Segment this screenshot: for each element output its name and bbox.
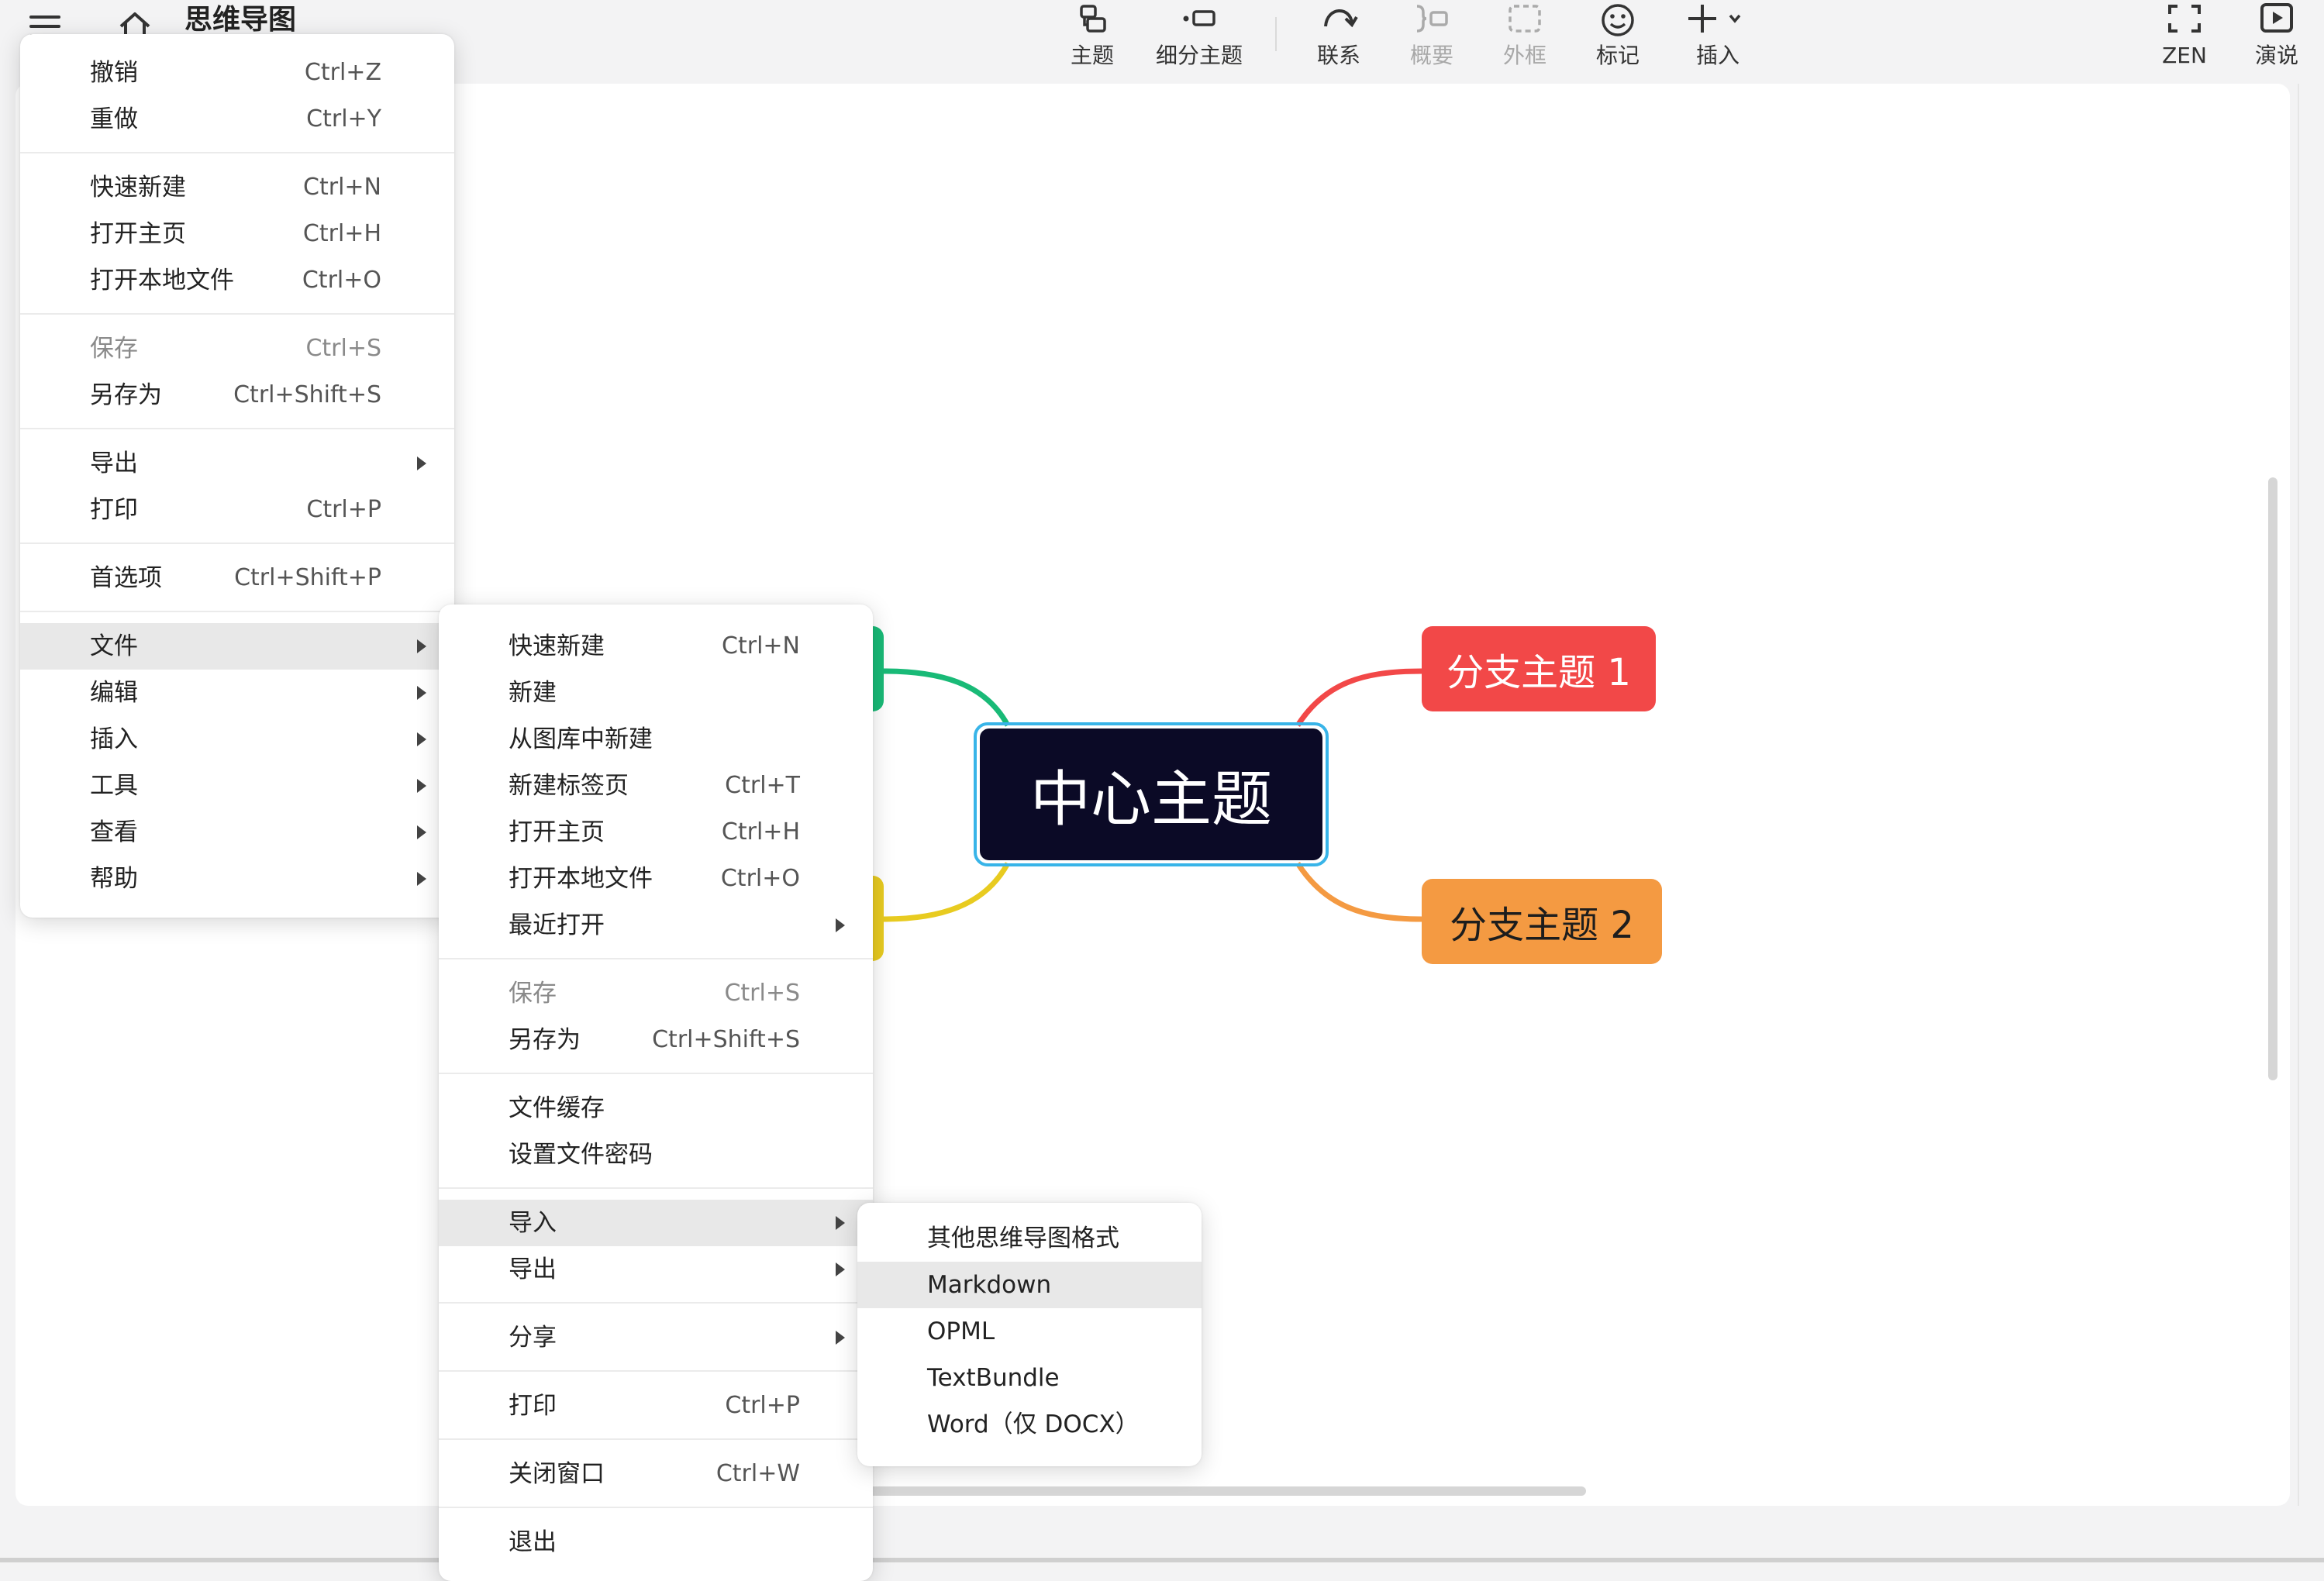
menu-separator bbox=[439, 1507, 873, 1508]
submenu-arrow-icon bbox=[417, 639, 426, 653]
import-submenu: 其他思维导图格式 Markdown OPML TextBundle Word（仅… bbox=[857, 1203, 1202, 1466]
file-item-save-as[interactable]: 另存为 Ctrl+Shift+S bbox=[439, 1017, 873, 1063]
main-menu: 撤销 Ctrl+Z 重做 Ctrl+Y 快速新建 Ctrl+N 打开主页 Ctrl+H … bbox=[20, 34, 454, 918]
menu-item-tools[interactable]: 工具 bbox=[20, 763, 454, 809]
file-item-close-window[interactable]: 关闭窗口 Ctrl+W bbox=[439, 1451, 873, 1497]
submenu-arrow-icon bbox=[836, 1262, 845, 1276]
menu-item-undo[interactable]: 撤销 Ctrl+Z bbox=[20, 50, 454, 96]
file-item-quick-new[interactable]: 快速新建 Ctrl+N bbox=[439, 623, 873, 670]
file-item-open-local-file[interactable]: 打开本地文件 Ctrl+O bbox=[439, 856, 873, 902]
central-topic[interactable]: 中心主题 bbox=[974, 722, 1329, 866]
menu-separator bbox=[439, 1438, 873, 1440]
file-item-new-tab[interactable]: 新建标签页 Ctrl+T bbox=[439, 763, 873, 809]
branch-topic-2[interactable]: 分支主题 2 bbox=[1422, 879, 1662, 964]
submenu-arrow-icon bbox=[417, 686, 426, 700]
submenu-arrow-icon bbox=[417, 825, 426, 839]
submenu-arrow-icon bbox=[836, 918, 845, 932]
file-item-exit[interactable]: 退出 bbox=[439, 1519, 873, 1566]
menu-separator bbox=[439, 1187, 873, 1189]
file-item-recent[interactable]: 最近打开 bbox=[439, 902, 873, 949]
menu-separator bbox=[439, 1073, 873, 1074]
menu-separator bbox=[20, 542, 454, 544]
menu-item-open-local-file[interactable]: 打开本地文件 Ctrl+O bbox=[20, 257, 454, 304]
file-submenu: 快速新建 Ctrl+N 新建 从图库中新建 新建标签页 Ctrl+T 打开主页 Ctr… bbox=[439, 604, 873, 1581]
menu-item-save[interactable]: 保存 Ctrl+S bbox=[20, 326, 454, 372]
import-item-opml[interactable]: OPML bbox=[857, 1308, 1202, 1355]
branch-topic-1[interactable]: 分支主题 1 bbox=[1422, 626, 1656, 711]
menu-item-view[interactable]: 查看 bbox=[20, 809, 454, 856]
submenu-arrow-icon bbox=[417, 872, 426, 886]
menu-separator bbox=[20, 428, 454, 429]
file-item-export[interactable]: 导出 bbox=[439, 1246, 873, 1293]
file-item-set-password[interactable]: 设置文件密码 bbox=[439, 1132, 873, 1178]
menu-item-edit[interactable]: 编辑 bbox=[20, 670, 454, 716]
status-bar bbox=[0, 1558, 2324, 1562]
file-item-share[interactable]: 分享 bbox=[439, 1314, 873, 1361]
file-item-save[interactable]: 保存 Ctrl+S bbox=[439, 970, 873, 1017]
menu-separator bbox=[20, 313, 454, 315]
file-item-print[interactable]: 打印 Ctrl+P bbox=[439, 1383, 873, 1429]
menu-separator bbox=[439, 1370, 873, 1372]
menu-item-file[interactable]: 文件 bbox=[20, 623, 454, 670]
file-item-new-from-gallery[interactable]: 从图库中新建 bbox=[439, 716, 873, 763]
menu-item-quick-new[interactable]: 快速新建 Ctrl+N bbox=[20, 164, 454, 211]
import-item-other-mindmap[interactable]: 其他思维导图格式 bbox=[857, 1215, 1202, 1262]
menu-item-help[interactable]: 帮助 bbox=[20, 856, 454, 902]
menu-item-insert[interactable]: 插入 bbox=[20, 716, 454, 763]
menu-item-preferences[interactable]: 首选项 Ctrl+Shift+P bbox=[20, 555, 454, 601]
file-item-open-home[interactable]: 打开主页 Ctrl+H bbox=[439, 809, 873, 856]
submenu-arrow-icon bbox=[417, 456, 426, 470]
menu-item-print[interactable]: 打印 Ctrl+P bbox=[20, 487, 454, 533]
import-item-textbundle[interactable]: TextBundle bbox=[857, 1355, 1202, 1401]
menu-separator bbox=[20, 152, 454, 153]
menu-item-open-home[interactable]: 打开主页 Ctrl+H bbox=[20, 211, 454, 257]
menu-separator bbox=[439, 958, 873, 959]
submenu-arrow-icon bbox=[417, 779, 426, 793]
file-item-file-cache[interactable]: 文件缓存 bbox=[439, 1085, 873, 1132]
file-item-import[interactable]: 导入 bbox=[439, 1200, 873, 1246]
connector-hidden-lower bbox=[883, 862, 1011, 922]
connector-branch-2 bbox=[1295, 862, 1422, 922]
menu-item-redo[interactable]: 重做 Ctrl+Y bbox=[20, 96, 454, 143]
menu-item-export[interactable]: 导出 bbox=[20, 440, 454, 487]
import-item-markdown[interactable]: Markdown bbox=[857, 1262, 1202, 1308]
menu-separator bbox=[439, 1302, 873, 1304]
file-item-new[interactable]: 新建 bbox=[439, 670, 873, 716]
submenu-arrow-icon bbox=[836, 1216, 845, 1230]
central-topic-label: 中心主题 bbox=[980, 728, 1322, 860]
connector-hidden-upper bbox=[883, 668, 1011, 727]
submenu-arrow-icon bbox=[836, 1331, 845, 1345]
submenu-arrow-icon bbox=[417, 732, 426, 746]
menu-separator bbox=[20, 611, 454, 612]
connector-branch-1 bbox=[1295, 668, 1422, 727]
menu-item-save-as[interactable]: 另存为 Ctrl+Shift+S bbox=[20, 372, 454, 418]
import-item-word[interactable]: Word（仅 DOCX） bbox=[857, 1401, 1202, 1448]
